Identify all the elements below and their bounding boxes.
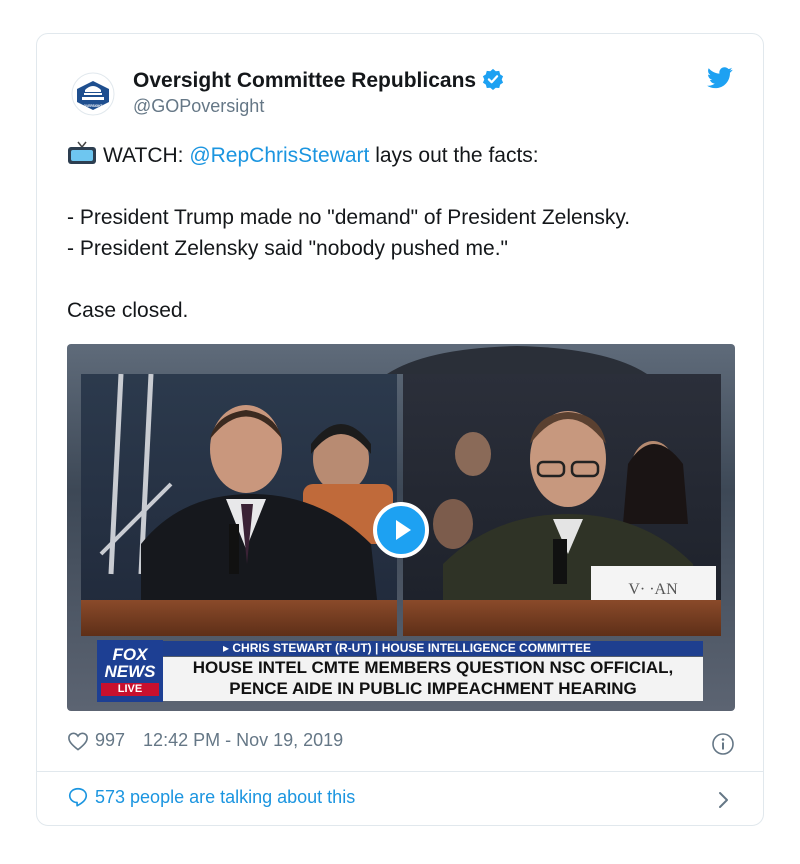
account-handle[interactable]: @GOPoversight [133,96,264,117]
tweet-watch-prefix: WATCH: [103,144,190,167]
tweet-card: OVERSIGHT Oversight Committee Republican… [36,33,764,826]
account-name[interactable]: Oversight Committee Republicans [133,68,504,93]
chyron-top: ▸ CHRIS STEWART (R-UT) | HOUSE INTELLIGE… [163,641,703,656]
tv-emoji-icon [68,141,96,164]
tweet-watch-suffix: lays out the facts: [369,144,539,167]
live-badge: LIVE [101,683,159,696]
fox-logo-line2: NEWS [104,662,156,681]
twitter-bird-icon[interactable] [707,67,733,89]
desk-left [81,600,397,636]
heart-icon [68,731,88,751]
conversation-text[interactable]: 573 people are talking about this [95,787,355,808]
info-icon[interactable] [711,732,735,756]
video-player[interactable]: V· ·AN FOX NEWS LIVE ▸ CHRIS STEWART (R-… [67,344,735,711]
tweet-bullet-1: - President Trump made no "demand" of Pr… [67,206,631,229]
play-button[interactable] [373,502,429,558]
play-icon [396,520,411,540]
tweet-line-watch: WATCH: @RepChrisStewart lays out the fac… [67,140,737,171]
headline-line-1: HOUSE INTEL CMTE MEMBERS QUESTION NSC OF… [192,658,674,677]
tweet-bullet-2: - President Zelensky said "nobody pushed… [67,237,508,260]
tweet-closing: Case closed. [67,299,189,322]
video-panel-left [81,374,397,636]
account-name-text[interactable]: Oversight Committee Republicans [133,69,476,92]
mention-link[interactable]: @RepChrisStewart [189,144,369,167]
nameplate-text: V· ·AN [628,581,678,598]
speech-bubble-icon [68,787,88,807]
desk-right [403,600,721,636]
tweet-meta: 997 12:42 PM - Nov 19, 2019 [67,730,343,751]
like-button[interactable]: 997 [67,730,125,751]
chyron-headline: HOUSE INTEL CMTE MEMBERS QUESTION NSC OF… [163,657,703,701]
headline-line-2: PENCE AIDE IN PUBLIC IMPEACHMENT HEARING [229,679,637,698]
fox-news-logo: FOX NEWS LIVE [97,640,163,702]
footer-divider [37,771,763,772]
video-panel-right: V· ·AN [403,374,721,636]
chevron-right-icon[interactable] [717,790,731,810]
speaker-figure [99,374,393,636]
tweet-text: WATCH: @RepChrisStewart lays out the fac… [67,140,737,326]
witness-figure: V· ·AN [433,411,716,636]
like-count: 997 [95,730,126,750]
tweet-timestamp[interactable]: 12:42 PM - Nov 19, 2019 [143,730,343,751]
avatar-label: OVERSIGHT [84,104,103,108]
capitol-dome-graphic [387,346,647,374]
verified-badge-icon [482,68,504,90]
conversation-link[interactable]: 573 people are talking about this [67,786,355,808]
fox-logo-line1: FOX [112,645,148,664]
capitol-avatar-icon[interactable]: OVERSIGHT [71,72,115,116]
